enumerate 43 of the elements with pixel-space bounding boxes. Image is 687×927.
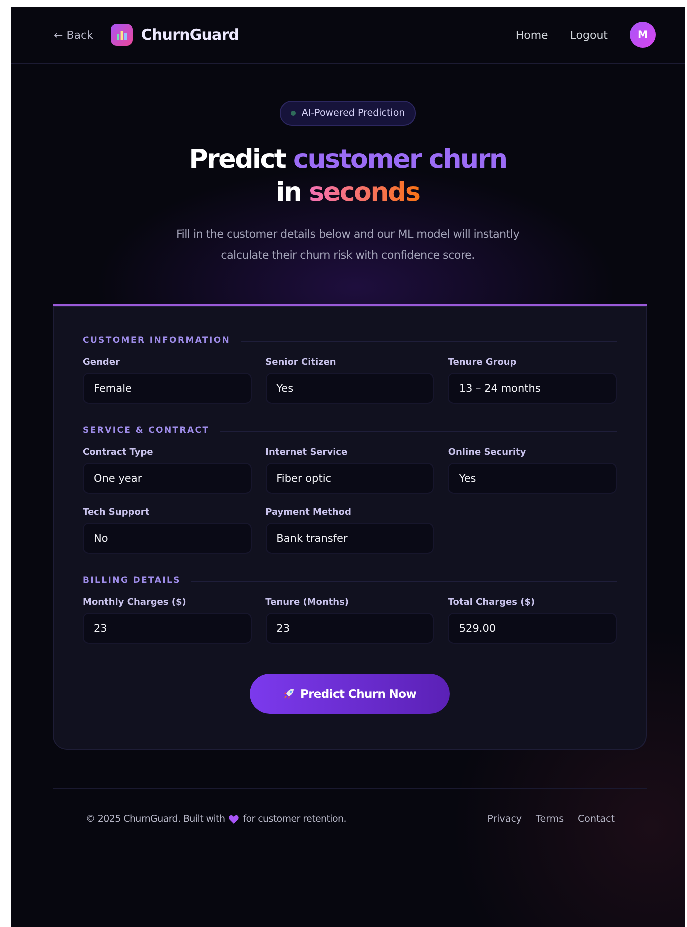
user-avatar[interactable]: M: [630, 22, 656, 48]
rocket-icon: [283, 688, 296, 700]
input-field[interactable]: No: [83, 523, 252, 554]
footer-link[interactable]: Contact: [578, 814, 615, 825]
hero-subtitle: Fill in the customer details below and our ML model will instantly calculate their churn risk with confidence score.: [175, 227, 521, 264]
nav-link[interactable]: Home: [516, 28, 548, 42]
field-label: Tech Support: [83, 508, 150, 518]
footer-text: for customer retention.: [243, 814, 346, 825]
field-label: Monthly Charges ($): [83, 598, 186, 608]
footer-link[interactable]: Privacy: [488, 814, 522, 825]
field-label: Contract Type: [83, 448, 154, 458]
field-label: Internet Service: [266, 448, 348, 458]
input-field[interactable]: 23: [83, 613, 252, 644]
status-dot-icon: [290, 111, 296, 116]
field-label: Senior Citizen: [266, 358, 336, 368]
field-label: Online Security: [448, 448, 526, 458]
input-field[interactable]: 13 – 24 months: [448, 373, 617, 404]
bar-chart-logo-icon: [111, 24, 134, 46]
input-field[interactable]: Yes: [448, 463, 617, 494]
heart-icon: [229, 815, 240, 824]
field-label: Payment Method: [266, 508, 352, 518]
input-field[interactable]: Fiber optic: [266, 463, 434, 494]
hero-title: Predict customer churn: [189, 144, 507, 177]
footer-link[interactable]: Terms: [536, 814, 564, 825]
section-heading: BILLING DETAILS: [83, 576, 181, 586]
input-field[interactable]: 23: [266, 613, 434, 644]
section-heading: SERVICE & CONTRACT: [83, 426, 210, 436]
nav-link[interactable]: Logout: [570, 28, 608, 42]
footer-text: © 2025 ChurnGuard. Built with: [86, 814, 226, 825]
input-field[interactable]: 529.00: [448, 613, 617, 644]
predict-button[interactable]: Predict Churn Now: [250, 674, 450, 714]
field-label: Total Charges ($): [448, 598, 536, 608]
input-field[interactable]: Bank transfer: [266, 523, 434, 554]
input-field[interactable]: One year: [83, 463, 252, 494]
input-field[interactable]: Yes: [266, 373, 434, 404]
section-heading: CUSTOMER INFORMATION: [83, 336, 231, 346]
brand-name: ChurnGuard: [141, 26, 240, 44]
input-field[interactable]: Female: [83, 373, 252, 404]
back-link[interactable]: ← Back: [54, 28, 94, 42]
field-label: Gender: [83, 358, 120, 368]
prediction-badge: AI-Powered Prediction: [280, 101, 416, 126]
field-label: Tenure (Months): [266, 598, 350, 608]
field-label: Tenure Group: [448, 358, 517, 368]
